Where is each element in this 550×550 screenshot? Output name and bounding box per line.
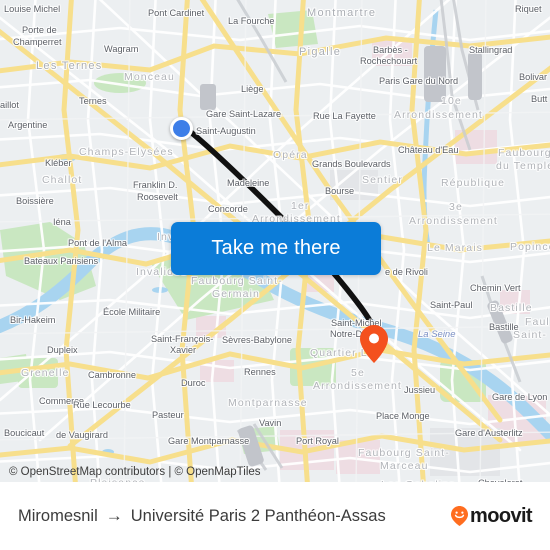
- map-attribution[interactable]: © OpenStreetMap contributors | © OpenMap…: [9, 466, 261, 478]
- map-canvas[interactable]: .road-major { stroke:#f7df8c; stroke-lin…: [0, 0, 550, 482]
- map-trip-card: .road-major { stroke:#f7df8c; stroke-lin…: [0, 0, 550, 550]
- arrow-right-icon: →: [105, 506, 123, 525]
- moovit-logo[interactable]: moovit: [451, 504, 533, 528]
- trip-footer: Miromesnil → Université Paris 2 Panthéon…: [0, 482, 550, 550]
- take-me-there-button[interactable]: Take me there: [171, 222, 381, 275]
- moovit-pin-icon: [451, 506, 469, 526]
- trip-origin-label: Miromesnil: [18, 506, 98, 525]
- origin-marker[interactable]: [170, 117, 193, 140]
- moovit-wordmark: moovit: [470, 504, 533, 527]
- trip-summary: Miromesnil → Université Paris 2 Panthéon…: [18, 506, 386, 526]
- destination-marker[interactable]: [360, 325, 388, 363]
- trip-destination-label: Université Paris 2 Panthéon-Assas: [130, 506, 386, 525]
